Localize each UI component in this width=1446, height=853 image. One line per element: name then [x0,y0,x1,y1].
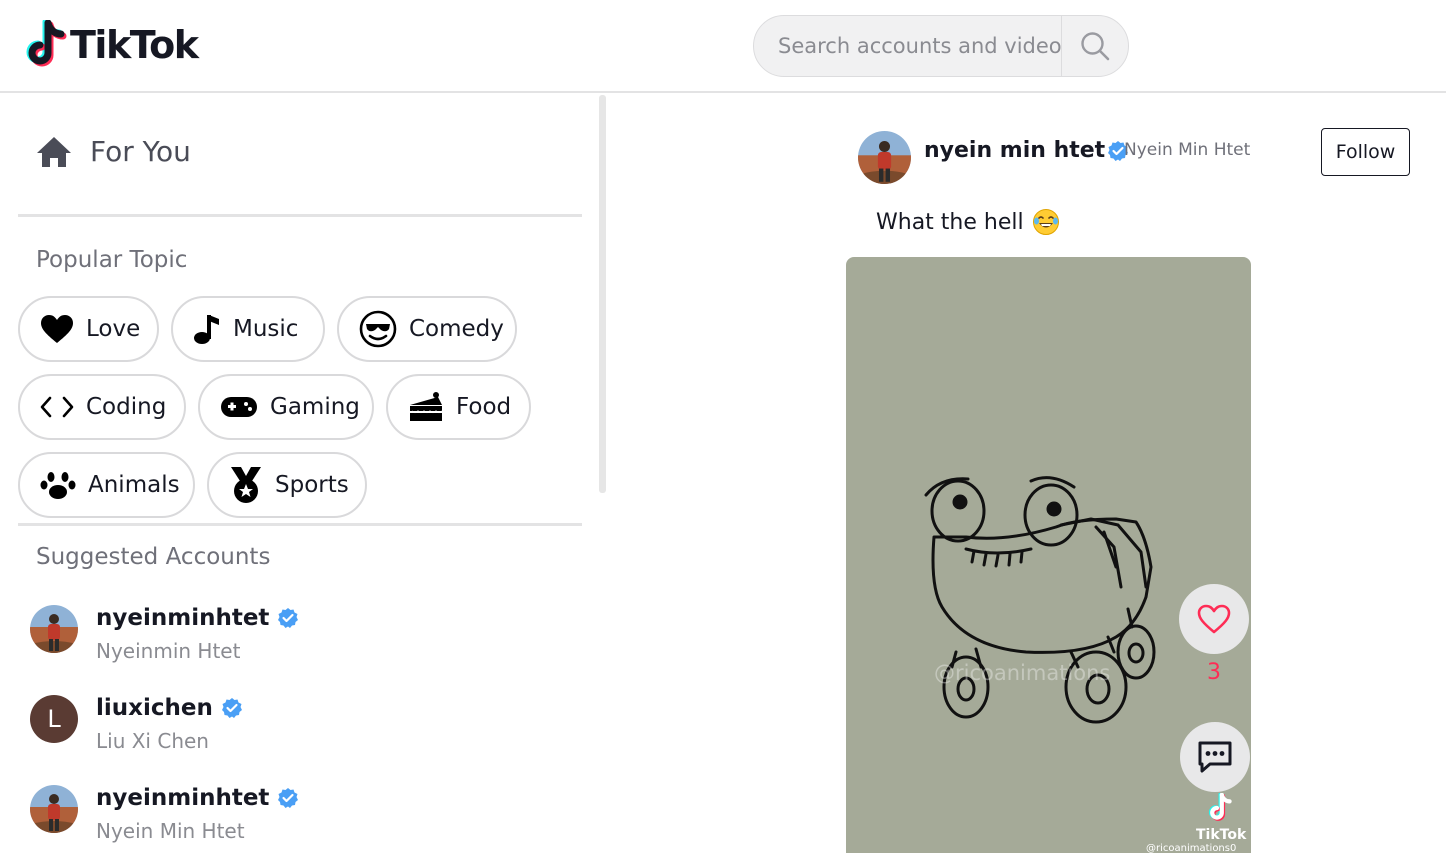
tiktok-note-icon [1208,792,1232,821]
topic-label: Comedy [409,316,504,342]
post-author-handle[interactable]: nyein min htet [924,138,1129,163]
account-name: Nyeinmin Htet [96,639,241,663]
avatar [30,605,78,653]
topic-chip-sports[interactable]: Sports [207,452,367,518]
heart-outline-icon [1197,604,1231,634]
nav-for-you[interactable]: For You [36,135,191,168]
account-handle: liuxichen [96,695,213,721]
comment-button[interactable] [1180,722,1250,792]
topic-label: Love [86,316,141,342]
topic-chip-music[interactable]: Music [171,296,325,362]
account-name: Liu Xi Chen [96,729,209,753]
verified-badge-icon [278,608,299,628]
post-handle-text: nyein min htet [924,138,1106,163]
verified-badge-icon [278,788,299,808]
sidebar-divider [18,523,582,526]
code-brackets-icon [40,396,74,418]
avatar: L [30,695,78,743]
suggested-accounts-title: Suggested Accounts [36,544,271,570]
home-icon [37,136,71,167]
follow-button[interactable]: Follow [1321,128,1410,176]
topic-chip-food[interactable]: Food [386,374,531,440]
post-author-avatar[interactable] [858,131,911,184]
sidebar: For You Popular Topic Love Music Comedy … [0,95,600,853]
for-you-label: For You [90,135,191,168]
account-handle: nyeinminhtet [96,605,270,631]
search-button[interactable] [1062,16,1128,76]
account-name: Nyein Min Htet [96,819,245,843]
medal-icon [231,467,261,503]
video-credit: @ricoanimations0 [1146,843,1237,853]
cake-slice-icon [410,392,443,421]
topic-chip-coding[interactable]: Coding [18,374,186,440]
suggested-account[interactable]: nyeinminhtet Nyeinmin Htet [30,605,299,663]
topic-chip-love[interactable]: Love [18,296,159,362]
like-count: 3 [1207,660,1221,685]
avatar [30,785,78,833]
logo-text: TikTok [70,23,199,67]
video-tiktok-brand: TikTok [1196,792,1247,843]
music-note-icon [194,315,219,344]
sunglasses-smiley-icon [359,310,397,348]
topic-chip-animals[interactable]: Animals [18,452,195,518]
search-icon [1081,32,1110,61]
popular-topic-title: Popular Topic [36,247,188,273]
heart-icon [41,315,73,343]
search-bar [753,15,1129,77]
sidebar-divider [18,214,582,217]
topic-label: Gaming [270,394,360,420]
video-watermark: @ricoanimations [934,661,1111,685]
topic-chip-gaming[interactable]: Gaming [198,374,374,440]
topic-label: Music [233,316,299,342]
search-input[interactable] [754,16,1062,76]
topic-label: Sports [275,472,349,498]
tiktok-logo[interactable]: TikTok [22,20,199,70]
topic-label: Coding [86,394,167,420]
tiktok-note-icon [26,20,67,67]
like-button[interactable] [1179,584,1249,654]
post-caption: What the hell [876,208,1060,236]
topic-label: Food [456,394,512,420]
verified-badge-icon [221,698,242,718]
post-author-name: Nyein Min Htet [1124,140,1251,160]
sidebar-scrollbar[interactable] [599,95,606,493]
caption-text: What the hell [876,209,1024,235]
topic-chip-comedy[interactable]: Comedy [337,296,517,362]
gamepad-icon [221,397,257,417]
account-handle: nyeinminhtet [96,785,270,811]
laughing-tears-emoji-icon [1032,209,1059,235]
top-header: TikTok [0,0,1446,93]
video-brand-text: TikTok [1196,827,1247,843]
paw-icon [40,472,76,499]
suggested-account[interactable]: L liuxichen Liu Xi Chen [30,695,243,753]
suggested-account[interactable]: nyeinminhtet Nyein Min Htet [30,785,299,843]
comment-icon [1198,741,1232,773]
topic-label: Animals [88,472,180,498]
